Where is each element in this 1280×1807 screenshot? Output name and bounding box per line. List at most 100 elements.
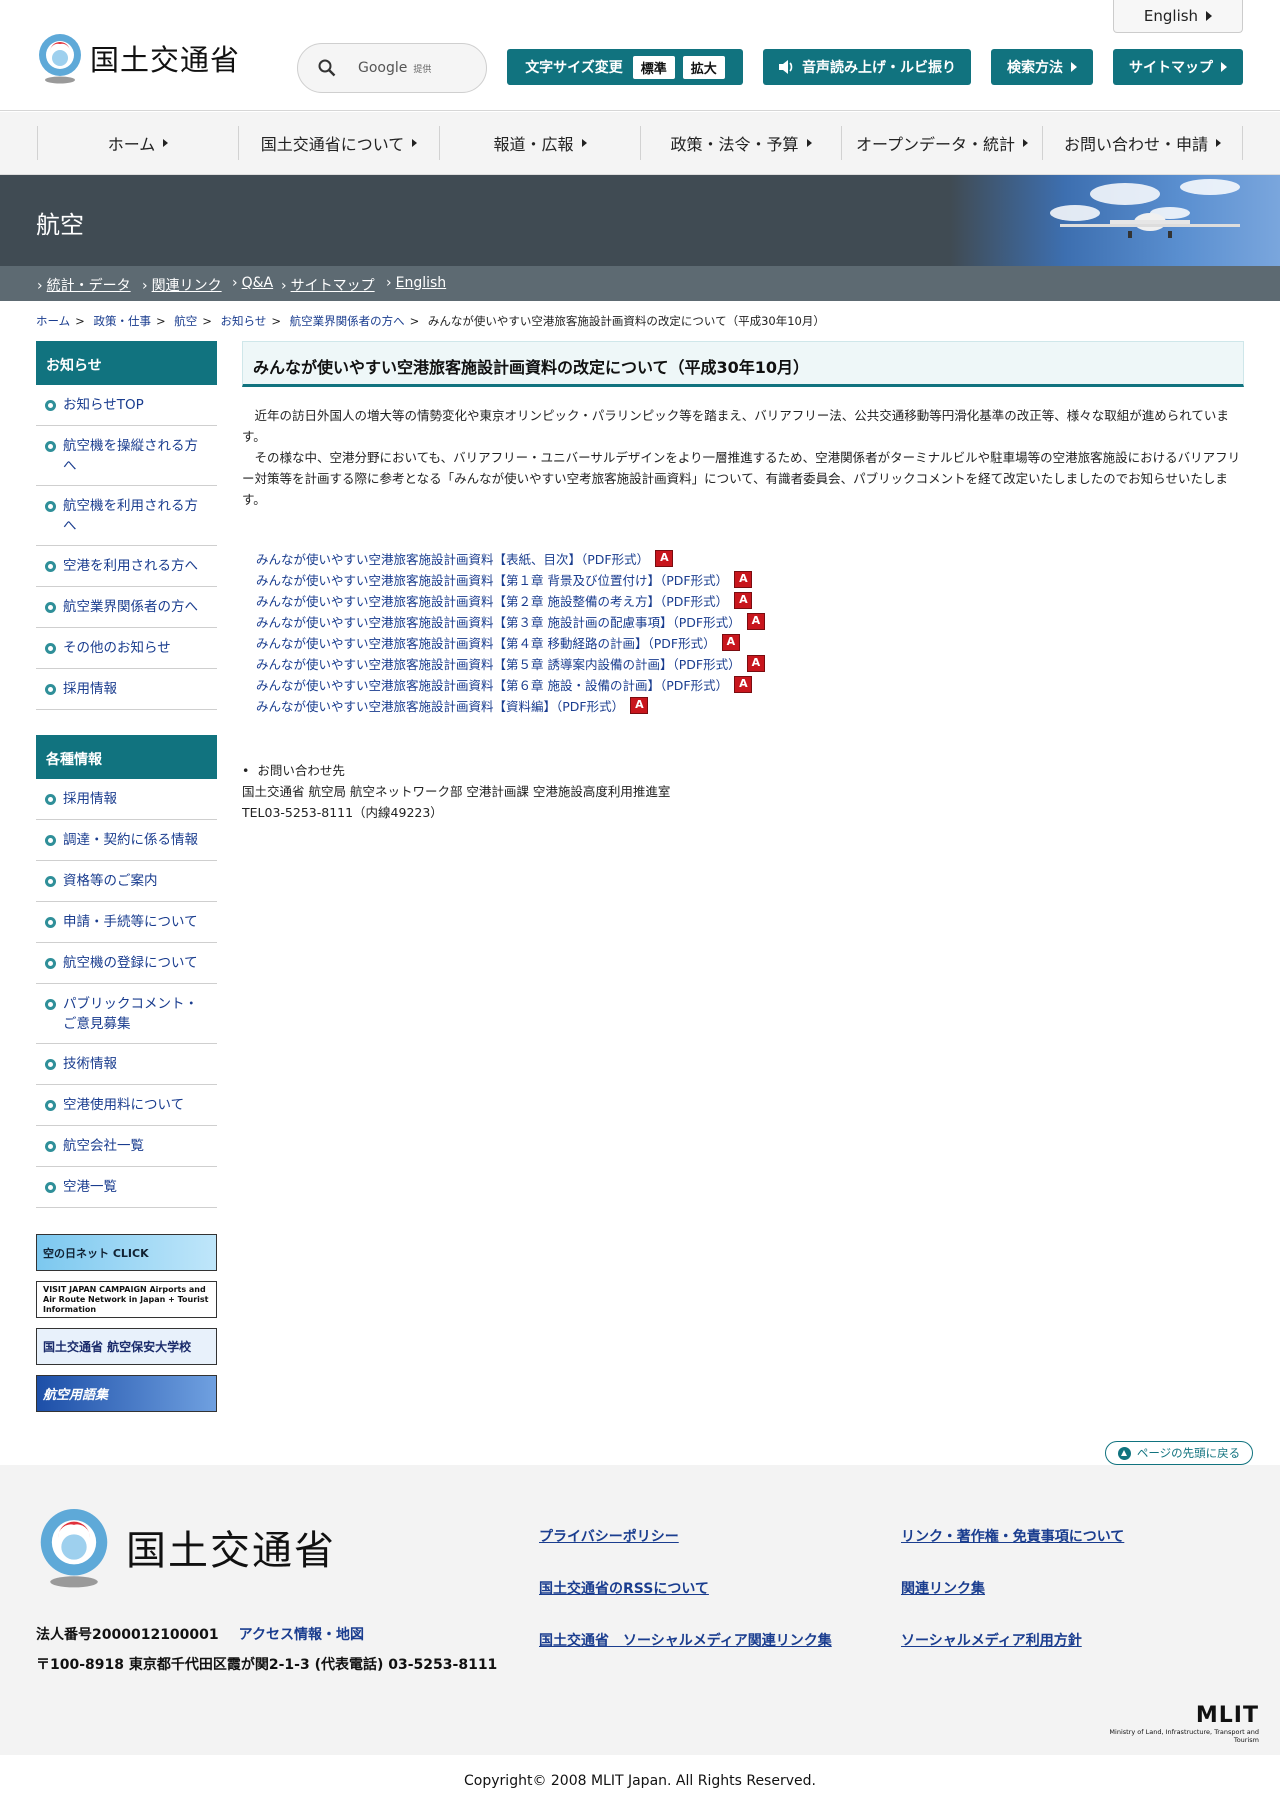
- sidebar-item-label[interactable]: お知らせTOP: [63, 397, 144, 413]
- pdf-link[interactable]: みんなが使いやすい空港旅客施設計画資料【第１章 背景及び位置付け】（PDF形式）: [256, 570, 728, 589]
- subnav-sitemap[interactable]: サイトマップ: [281, 275, 375, 295]
- footer-link-social-links[interactable]: 国土交通省 ソーシャルメディア関連リンク集: [539, 1630, 832, 1650]
- pdf-link[interactable]: みんなが使いやすい空港旅客施設計画資料【第４章 移動経路の計画】（PDF形式）: [256, 633, 716, 652]
- search-method-button[interactable]: 検索方法: [991, 49, 1093, 85]
- sidebar-item[interactable]: その他のお知らせ: [36, 628, 217, 669]
- sidebar-item-label[interactable]: 航空機を操縦される方へ: [63, 438, 198, 474]
- sidebar-item[interactable]: 調達・契約に係る情報: [36, 820, 217, 861]
- sidebar-item-label[interactable]: その他のお知らせ: [63, 640, 171, 656]
- gnav-home[interactable]: ホーム: [37, 126, 238, 160]
- gnav-label: 国土交通省について: [260, 135, 405, 154]
- font-size-label: 文字サイズ変更: [525, 60, 623, 76]
- pdf-icon: [746, 655, 765, 672]
- breadcrumb-aviation[interactable]: 航空: [174, 314, 197, 328]
- sidebar-item[interactable]: パブリックコメント・ご意見募集: [36, 984, 217, 1044]
- sidebar-item-label[interactable]: 航空会社一覧: [63, 1138, 144, 1154]
- footer-link-related[interactable]: 関連リンク集: [901, 1578, 985, 1598]
- sidebar-item[interactable]: 技術情報: [36, 1044, 217, 1085]
- font-size-standard-button[interactable]: 標準: [632, 55, 675, 79]
- corp-number-line: 法人番号2000012100001 アクセス情報・地図: [36, 1624, 364, 1644]
- sidebar-item-label[interactable]: 航空機を利用される方へ: [63, 498, 198, 534]
- breadcrumb-industry[interactable]: 航空業界関係者の方へ: [290, 314, 405, 328]
- back-to-top-button[interactable]: ページの先頭に戻る: [1105, 1441, 1253, 1465]
- pdf-link[interactable]: みんなが使いやすい空港旅客施設計画資料【第６章 施設・設備の計画】（PDF形式）: [256, 675, 728, 694]
- font-size-large-button[interactable]: 拡大: [682, 55, 725, 79]
- sidebar-item[interactable]: 航空機の登録について: [36, 943, 217, 984]
- sidebar-item-label[interactable]: パブリックコメント・ご意見募集: [63, 996, 198, 1032]
- sidebar-item-label[interactable]: 技術情報: [63, 1056, 117, 1072]
- pdf-link[interactable]: みんなが使いやすい空港旅客施設計画資料【第２章 施設整備の考え方】（PDF形式）: [256, 591, 728, 610]
- sidebar-item[interactable]: 空港を利用される方へ: [36, 546, 217, 587]
- search-input[interactable]: Google 提供: [358, 60, 431, 76]
- site-logo[interactable]: 国土交通省: [36, 32, 240, 84]
- aviation-glossary-banner[interactable]: 航空用語集: [36, 1375, 217, 1412]
- pdf-link[interactable]: みんなが使いやすい空港旅客施設計画資料【表紙、目次】（PDF形式）: [256, 549, 649, 568]
- intro-text: 近年の訪日外国人の増大等の情勢変化や東京オリンピック・パラリンピック等を踏まえ、…: [242, 405, 1244, 510]
- gnav-label: オープンデータ・統計: [855, 135, 1016, 154]
- sitemap-button[interactable]: サイトマップ: [1113, 49, 1243, 85]
- footer-link-privacy[interactable]: プライバシーポリシー: [539, 1526, 679, 1546]
- footer-link-rss[interactable]: 国土交通省のRSSについて: [539, 1578, 709, 1598]
- pdf-link[interactable]: みんなが使いやすい空港旅客施設計画資料【第３章 施設計画の配慮事項】（PDF形式…: [256, 612, 741, 631]
- pdf-link[interactable]: みんなが使いやすい空港旅客施設計画資料【第５章 誘導案内設備の計画】（PDF形式…: [256, 654, 741, 673]
- sidebar-item-label[interactable]: 調達・契約に係る情報: [63, 832, 198, 848]
- sidebar-item[interactable]: 航空機を操縦される方へ: [36, 426, 217, 486]
- gnav-label: ホーム: [107, 135, 156, 154]
- sidebar-item-label[interactable]: 航空業界関係者の方へ: [63, 599, 198, 615]
- english-link[interactable]: English: [1113, 0, 1243, 33]
- sitemap-label: サイトマップ: [1129, 60, 1213, 76]
- search-icon[interactable]: [318, 59, 336, 77]
- footer-logo[interactable]: 国土交通省: [36, 1505, 336, 1589]
- subnav-stats[interactable]: 統計・データ: [37, 275, 131, 295]
- sidebar-item-label[interactable]: 採用情報: [63, 791, 117, 807]
- pdf-link[interactable]: みんなが使いやすい空港旅客施設計画資料【資料編】（PDF形式）: [256, 696, 624, 715]
- mlit-wordmark-text: MLIT: [1195, 1703, 1259, 1728]
- search-box[interactable]: Google 提供: [297, 43, 487, 93]
- sidebar-item-label[interactable]: 空港一覧: [63, 1179, 117, 1195]
- gnav-policy[interactable]: 政策・法令・予算: [640, 126, 841, 160]
- sidebar-item[interactable]: 申請・手続等について: [36, 902, 217, 943]
- breadcrumb: ホーム > 政策・仕事 > 航空 > お知らせ > 航空業界関係者の方へ > みんなが使い…: [36, 314, 825, 328]
- sidebar-item-label[interactable]: 申請・手続等について: [63, 914, 198, 930]
- sidebar-item[interactable]: 採用情報: [36, 669, 217, 710]
- gnav-contact[interactable]: お問い合わせ・申請: [1042, 126, 1243, 160]
- footer-link-social-policy[interactable]: ソーシャルメディア利用方針: [901, 1630, 1082, 1650]
- site-footer: 国土交通省 法人番号2000012100001 アクセス情報・地図 〒100-89…: [0, 1465, 1280, 1755]
- sidebar-item[interactable]: 資格等のご案内: [36, 861, 217, 902]
- banner-label: 国土交通省 航空保安大学校: [43, 1340, 192, 1354]
- airplane-sky-image: [950, 175, 1280, 266]
- sidebar-item-label[interactable]: 空港を利用される方へ: [63, 558, 198, 574]
- access-map-link[interactable]: アクセス情報・地図: [239, 1627, 364, 1643]
- gnav-opendata[interactable]: オープンデータ・統計: [841, 126, 1042, 160]
- pdf-icon: [734, 592, 753, 609]
- arrow-up-icon: [1117, 1446, 1131, 1460]
- subnav-english[interactable]: English: [386, 275, 447, 291]
- sidebar-item[interactable]: 航空業界関係者の方へ: [36, 587, 217, 628]
- sidebar-item-label[interactable]: 空港使用料について: [63, 1097, 184, 1113]
- breadcrumb-policy[interactable]: 政策・仕事: [93, 314, 151, 328]
- subnav-links[interactable]: 関連リンク: [142, 275, 222, 295]
- sidebar-item[interactable]: 航空会社一覧: [36, 1126, 217, 1167]
- sidebar-item-label[interactable]: 航空機の登録について: [63, 955, 198, 971]
- footer-link-copyright[interactable]: リンク・著作権・免責事項について: [901, 1526, 1124, 1546]
- sidebar-item[interactable]: 航空機を利用される方へ: [36, 486, 217, 546]
- sora-no-hi-banner[interactable]: 空の日ネット CLICK: [36, 1234, 217, 1271]
- sidebar-item-label[interactable]: 採用情報: [63, 681, 117, 697]
- sidebar-item[interactable]: 空港使用料について: [36, 1085, 217, 1126]
- sidebar-item[interactable]: 空港一覧: [36, 1167, 217, 1208]
- gnav-about[interactable]: 国土交通省について: [238, 126, 439, 160]
- breadcrumb-notices[interactable]: お知らせ: [221, 314, 267, 328]
- pdf-icon: [721, 634, 740, 651]
- sidebar-item[interactable]: お知らせTOP: [36, 385, 217, 426]
- sidebar-item-label[interactable]: 資格等のご案内: [63, 873, 158, 889]
- subnav-qa[interactable]: Q&A: [232, 275, 274, 291]
- breadcrumb-home[interactable]: ホーム: [36, 314, 70, 328]
- section-title: 航空: [36, 211, 84, 239]
- aviation-academy-banner[interactable]: 国土交通省 航空保安大学校: [36, 1328, 217, 1365]
- gnav-press[interactable]: 報道・広報: [439, 126, 640, 160]
- visit-japan-banner[interactable]: VISIT JAPAN CAMPAIGN Airports and Air Ro…: [36, 1281, 217, 1318]
- pdf-file-item: みんなが使いやすい空港旅客施設計画資料【第５章 誘導案内設備の計画】（PDF形式…: [256, 653, 1244, 674]
- sidebar-item[interactable]: 採用情報: [36, 779, 217, 820]
- read-aloud-button[interactable]: 音声読み上げ・ルビ振り: [763, 49, 971, 85]
- logo-text: 国土交通省: [90, 43, 241, 77]
